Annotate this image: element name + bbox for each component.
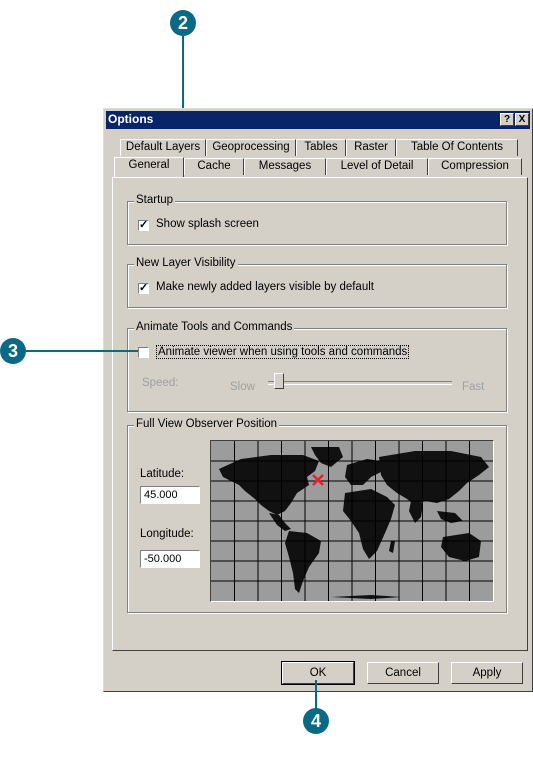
splash-checkbox[interactable]: ✓ (138, 219, 149, 231)
longitude-label: Longitude: (140, 528, 194, 540)
check-icon: ✓ (139, 219, 149, 231)
observer-marker-icon (312, 474, 324, 486)
latitude-label: Latitude: (140, 468, 185, 480)
startup-group: Startup ✓ Show splash screen (127, 194, 507, 245)
callout-3-line (26, 350, 138, 352)
visibility-checkbox-label: Make newly added layers visible by defau… (156, 281, 374, 293)
tab-level-of-detail[interactable]: Level of Detail (326, 158, 428, 175)
tab-default-layers[interactable]: Default Layers (120, 139, 206, 156)
speed-label: Speed: (142, 377, 179, 389)
tab-general[interactable]: General (114, 157, 184, 177)
cancel-button[interactable]: Cancel (367, 662, 439, 684)
world-map[interactable] (210, 440, 494, 602)
visibility-checkbox[interactable]: ✓ (138, 282, 149, 294)
observer-label: Full View Observer Position (134, 418, 280, 430)
title-bar: Options ? X (106, 111, 530, 129)
slow-label: Slow (230, 381, 255, 393)
callout-4-line (315, 680, 317, 710)
check-icon: ✓ (139, 282, 149, 294)
startup-label: Startup (134, 194, 176, 206)
tab-cache[interactable]: Cache (184, 158, 244, 175)
speed-slider-thumb[interactable] (274, 373, 284, 389)
animate-group: Animate Tools and Commands Animate viewe… (127, 321, 507, 412)
world-map-svg (211, 441, 493, 601)
animate-checkbox-label: Animate viewer when using tools and comm… (156, 345, 410, 359)
splash-label: Show splash screen (156, 218, 259, 230)
visibility-label: New Layer Visibility (134, 257, 238, 269)
apply-button[interactable]: Apply (451, 662, 523, 684)
ok-button[interactable]: OK (281, 661, 355, 685)
animate-checkbox[interactable] (138, 347, 149, 358)
fast-label: Fast (462, 381, 485, 393)
options-dialog: Options ? X Default Layers Geoprocessing… (103, 108, 533, 692)
tab-compression[interactable]: Compression (428, 158, 522, 175)
window-title: Options (108, 112, 154, 126)
help-button[interactable]: ? (500, 113, 514, 126)
tab-table-of-contents[interactable]: Table Of Contents (396, 139, 518, 156)
speed-slider-track (268, 381, 452, 385)
animate-label: Animate Tools and Commands (134, 321, 295, 333)
callout-3: 3 (0, 338, 26, 364)
tab-raster[interactable]: Raster (346, 139, 396, 156)
close-button[interactable]: X (515, 113, 529, 126)
latitude-input[interactable]: 45.000 (140, 486, 200, 504)
observer-group: Full View Observer Position Latitude: 45… (127, 418, 507, 613)
callout-2: 2 (170, 10, 196, 36)
tab-messages[interactable]: Messages (244, 158, 326, 175)
visibility-group: New Layer Visibility ✓ Make newly added … (127, 257, 507, 308)
longitude-input[interactable]: -50.000 (140, 550, 200, 568)
callout-4: 4 (303, 708, 329, 734)
general-panel: Startup ✓ Show splash screen New Layer V… (112, 177, 528, 651)
tab-tables[interactable]: Tables (296, 139, 346, 156)
tab-geoprocessing[interactable]: Geoprocessing (206, 139, 296, 156)
